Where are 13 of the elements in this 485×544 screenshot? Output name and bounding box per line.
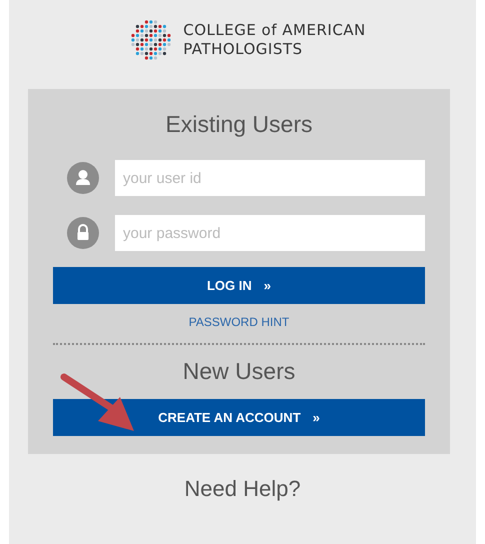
password-hint-link[interactable]: PASSWORD HINT bbox=[188, 315, 290, 329]
section-heading: Existing Users bbox=[166, 111, 312, 138]
create-account-button[interactable]: CREATE AN ACCOUNT » bbox=[53, 399, 425, 436]
text-field[interactable]: your user id bbox=[115, 160, 425, 196]
logo-text: COLLEGE of AMERICAN bbox=[183, 21, 366, 40]
text-field[interactable]: your password bbox=[115, 215, 425, 251]
logo-icon bbox=[129, 18, 174, 62]
lock-icon bbox=[67, 217, 99, 249]
help-heading: Need Help? bbox=[184, 476, 301, 502]
logo-text: PATHOLOGISTS bbox=[183, 40, 304, 59]
login-button[interactable]: LOG IN » bbox=[53, 267, 425, 304]
user-icon bbox=[67, 162, 99, 194]
section-heading: New Users bbox=[182, 358, 296, 385]
